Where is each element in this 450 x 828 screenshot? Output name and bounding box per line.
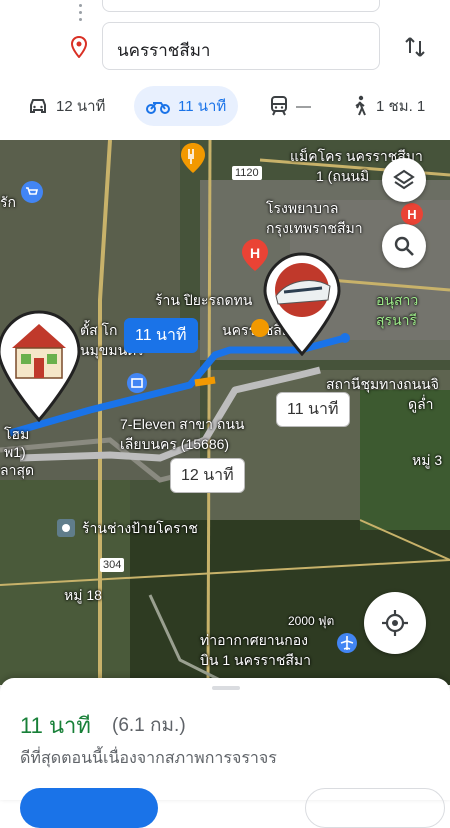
hospital-icon[interactable]: H: [400, 202, 424, 226]
route-time-bubble[interactable]: 12 นาที: [170, 458, 245, 493]
route-distance: (6.1 กม.): [112, 715, 186, 736]
route-time-bubble[interactable]: 11 นาที: [276, 392, 350, 427]
airport-icon[interactable]: [336, 632, 358, 654]
map-label: 7-Eleven สาขา ถนน: [120, 416, 245, 432]
mode-car-label: 12 นาที: [56, 98, 106, 115]
map-label: ท่าอากาศยานกอง: [200, 632, 308, 648]
mode-walk-label: 1 ชม. 1: [376, 98, 426, 115]
destination-pin-icon: [70, 36, 88, 58]
map-label: ตั้ส โก: [80, 322, 118, 338]
motorcycle-icon: [146, 102, 170, 114]
train-marker-icon[interactable]: [262, 252, 342, 356]
map-label: บิน 1 นครราชสีมา: [200, 652, 311, 668]
map-label: เลียบนคร (15686): [120, 436, 230, 452]
map-label: ร้านช่างป้ายโคราช: [82, 520, 198, 536]
store-icon[interactable]: [126, 372, 148, 394]
road-shield: 304: [100, 558, 125, 572]
road-shield: 1120: [232, 166, 262, 180]
my-location-button[interactable]: [364, 592, 426, 654]
mode-transit[interactable]: —: [270, 86, 311, 126]
shop-icon[interactable]: [56, 518, 76, 538]
scale-label: 2000 ฟุต: [288, 614, 335, 628]
home-marker-icon[interactable]: [0, 310, 82, 422]
map-label: ร้าน ปิยะรถดทน: [155, 292, 253, 308]
svg-text:H: H: [407, 207, 416, 222]
origin-field[interactable]: [102, 0, 380, 12]
map-label: หมู่ 3: [412, 452, 443, 468]
travel-mode-tabs: 12 นาที 11 นาที — 1 ชม. 1: [0, 86, 450, 126]
transit-icon: [271, 96, 287, 116]
map-label: อนุสาว: [376, 292, 419, 308]
mode-car[interactable]: 12 นาที: [28, 86, 105, 126]
restaurant-pin-icon[interactable]: [180, 142, 206, 174]
directions-panel: นครราชสีมา 12 นาที 11 นาที — 1 ชม. 1: [0, 0, 450, 140]
route-summary-sheet[interactable]: 11 นาที (6.1 กม.) ดีที่สุดตอนนี้เนื่องจา…: [0, 678, 450, 828]
mode-walk[interactable]: 1 ชม. 1: [352, 86, 425, 126]
swap-icon[interactable]: [402, 34, 428, 60]
walk-icon: [355, 95, 366, 116]
svg-text:H: H: [250, 245, 260, 261]
route-duration: 11 นาที: [20, 713, 91, 738]
map-label: โรงพยาบาล: [266, 200, 339, 216]
map-label: 1 (ถนนมิ: [316, 168, 370, 184]
mode-motorcycle[interactable]: 11 นาที: [134, 86, 239, 126]
search-button[interactable]: [382, 224, 426, 268]
shopping-cart-icon[interactable]: [20, 180, 44, 204]
mode-motorcycle-label: 11 นาที: [178, 98, 227, 115]
secondary-button[interactable]: [305, 788, 445, 828]
layers-button[interactable]: [382, 158, 426, 202]
sheet-drag-handle[interactable]: [212, 686, 240, 690]
map-label: หมู่ 18: [64, 587, 102, 603]
map-label: ลาสุด: [0, 462, 35, 478]
search-icon: [394, 236, 414, 256]
map-label: สุรนารี: [376, 312, 418, 328]
map-label: กรุงเทพราชสีมา: [266, 220, 363, 236]
destination-field[interactable]: นครราชสีมา: [102, 22, 380, 70]
route-description: ดีที่สุดตอนนี้เนื่องจากสภาพการจราจร: [20, 750, 277, 767]
car-icon: [30, 99, 46, 113]
map-label: ดูล่ำ: [408, 396, 434, 412]
my-location-icon: [382, 610, 408, 636]
map-view[interactable]: แม็คโคร นครราชสีมา 1 (ถนนมิ 1120 โรงพยาบ…: [0, 140, 450, 685]
map-label: รัก: [0, 194, 16, 210]
layers-icon: [393, 169, 415, 190]
route-dots: [76, 4, 84, 25]
mode-transit-label: —: [296, 97, 311, 115]
route-time-bubble-selected[interactable]: 11 นาที: [124, 318, 198, 353]
start-button[interactable]: [20, 788, 158, 828]
